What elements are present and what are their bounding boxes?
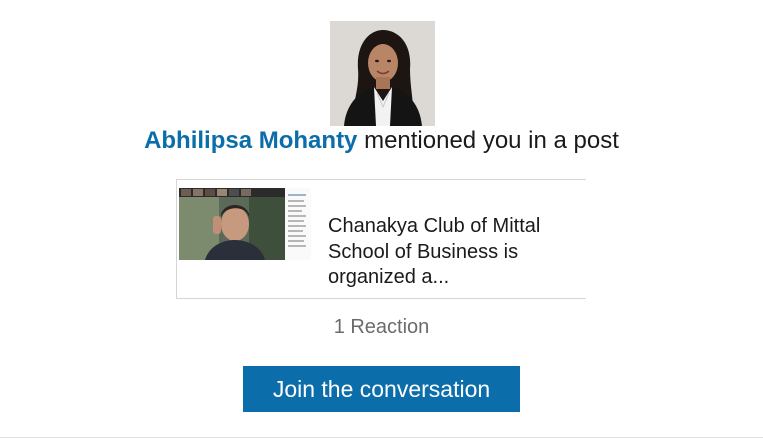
- headline-suffix: mentioned you in a post: [357, 127, 619, 154]
- post-preview-card[interactable]: Chanakya Club of Mittal School of Busine…: [176, 179, 586, 299]
- author-photo: [330, 21, 435, 126]
- reaction-count[interactable]: 1 Reaction: [0, 314, 763, 340]
- video-call-thumbnail-icon: [179, 188, 311, 260]
- author-avatar[interactable]: [330, 21, 435, 126]
- post-thumbnail: [179, 188, 311, 260]
- footer-divider: [0, 437, 763, 438]
- notification-headline: Abhilipsa Mohanty mentioned you in a pos…: [0, 126, 763, 156]
- post-snippet[interactable]: Chanakya Club of Mittal School of Busine…: [328, 214, 578, 291]
- join-conversation-button[interactable]: Join the conversation: [243, 366, 520, 412]
- author-name-link[interactable]: Abhilipsa Mohanty: [144, 127, 357, 154]
